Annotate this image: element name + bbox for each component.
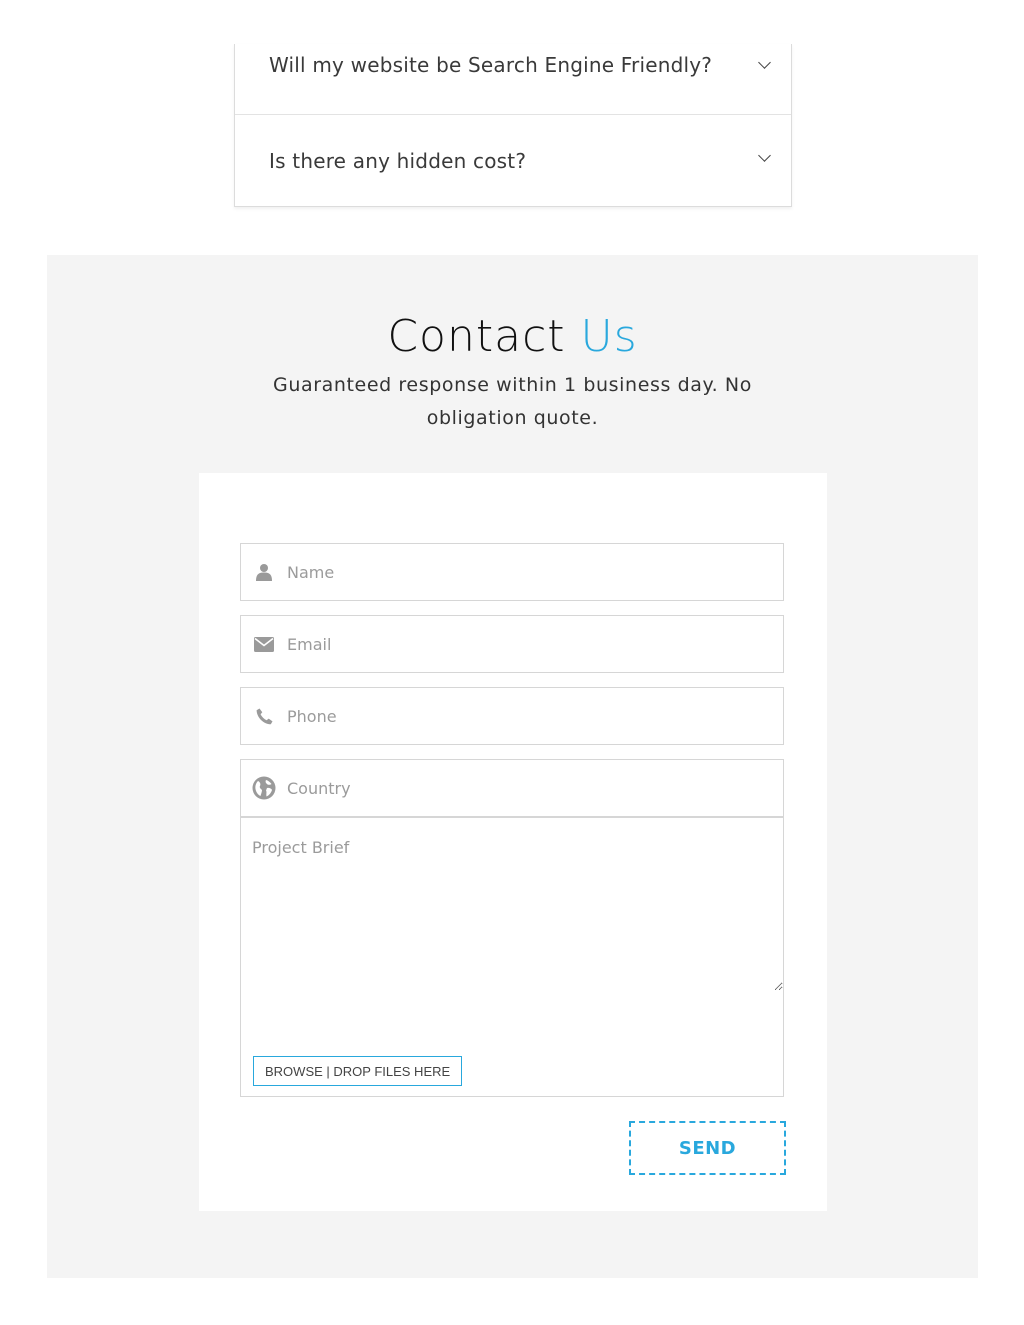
chevron-down-icon[interactable] [758,149,771,162]
user-icon [241,563,287,581]
faq-question: Is there any hidden cost? [269,148,527,173]
faq-item-hidden-cost[interactable]: Is there any hidden cost? [235,114,791,206]
send-button[interactable]: SEND [629,1121,786,1175]
globe-icon [241,776,287,800]
project-brief-textarea[interactable] [241,818,783,991]
faq-question: Will my website be Search Engine Friendl… [269,53,713,77]
country-field [240,759,784,817]
email-field [240,615,784,673]
contact-subtitle: Guaranteed response within 1 business da… [273,374,752,429]
phone-input[interactable] [287,688,783,744]
name-input[interactable] [287,544,783,600]
country-input[interactable] [287,760,783,816]
chevron-down-icon[interactable] [758,56,771,69]
contact-section: Contact Us Guaranteed response within 1 … [47,255,978,1278]
phone-icon [241,708,287,725]
name-field [240,543,784,601]
contact-form: BROWSE | DROP FILES HERE SEND [199,473,827,1211]
file-upload-button[interactable]: BROWSE | DROP FILES HERE [253,1056,463,1086]
faq-item-seo[interactable]: Will my website be Search Engine Friendl… [235,44,791,114]
contact-title-accent: Us [580,311,638,362]
faq-accordion: Will my website be Search Engine Friendl… [234,44,792,207]
contact-title: Contact Us [47,311,978,362]
envelope-icon [241,636,287,652]
email-input[interactable] [287,616,783,672]
project-brief-box: BROWSE | DROP FILES HERE [240,817,784,1097]
contact-title-main: Contact [387,311,566,362]
phone-field [240,687,784,745]
